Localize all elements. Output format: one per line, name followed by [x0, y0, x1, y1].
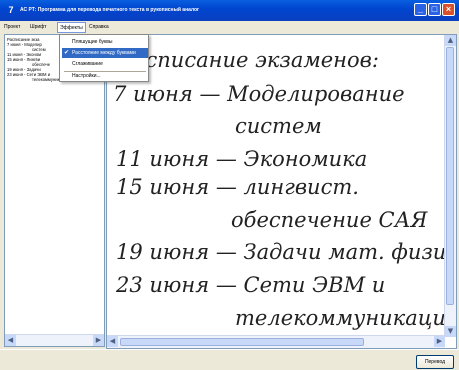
- canvas-horizontal-scrollbar[interactable]: ◀ ▶: [107, 335, 445, 348]
- horizontal-scroll-thumb[interactable]: [120, 338, 364, 346]
- scroll-down-icon[interactable]: ▼: [445, 326, 456, 337]
- scroll-left-icon[interactable]: ◀: [107, 336, 118, 347]
- menu-option-smoothing[interactable]: Сглаживание: [72, 61, 103, 68]
- menu-font[interactable]: Шрифт: [30, 24, 46, 31]
- menu-bar: Проект Шрифт Эффекты Справка: [0, 21, 459, 34]
- source-horizontal-scrollbar[interactable]: ◀ ▶: [5, 334, 104, 346]
- handwritten-line: 23 июня — Сети ЭВМ и: [116, 273, 386, 297]
- checkmark-icon: ✔: [64, 50, 70, 56]
- vertical-scroll-thumb[interactable]: [446, 47, 454, 305]
- handwritten-line: асписание экзаменов:: [133, 48, 379, 72]
- scroll-right-icon[interactable]: ▶: [93, 335, 104, 346]
- menu-option-dancing-letters[interactable]: Пляшущие буквы: [72, 39, 113, 46]
- status-bar: Перевод: [0, 349, 459, 370]
- handwritten-line: 7 июня — Моделирование: [113, 82, 405, 106]
- handwritten-line: телекоммуникаци: [235, 306, 446, 330]
- canvas-vertical-scrollbar[interactable]: ▲ ▼: [444, 35, 456, 337]
- scroll-up-icon[interactable]: ▲: [445, 35, 456, 46]
- translate-button[interactable]: Перевод: [416, 355, 454, 369]
- close-button[interactable]: ×: [442, 3, 455, 16]
- handwritten-line: систем: [235, 114, 322, 138]
- menu-option-letter-spacing[interactable]: Расстояние между буквами: [72, 50, 136, 57]
- menu-effects[interactable]: Эффекты: [57, 22, 86, 33]
- handwritten-line: 11 июня — Экономика: [116, 147, 368, 171]
- app-window: 7 АС РТ: Программа для перевода печатног…: [0, 0, 459, 370]
- title-bar[interactable]: 7 АС РТ: Программа для перевода печатног…: [0, 0, 459, 21]
- handwritten-line: обеспечение САЯ: [231, 208, 428, 232]
- window-title: АС РТ: Программа для перевода печатного …: [20, 7, 200, 13]
- scroll-left-icon[interactable]: ◀: [5, 335, 16, 346]
- menu-project[interactable]: Проект: [4, 24, 20, 31]
- menu-option-settings[interactable]: Настройки...: [72, 73, 101, 80]
- maximize-button[interactable]: □: [428, 3, 441, 16]
- app-icon: 7: [8, 5, 14, 15]
- menu-separator: [64, 71, 146, 72]
- effects-dropdown-menu: Пляшущие буквы ✔ Расстояние между буквам…: [59, 34, 149, 82]
- handwritten-line: 19 июня — Задачи мат. физи: [116, 240, 447, 264]
- handwriting-canvas: асписание экзаменов: 7 июня — Моделирова…: [106, 34, 457, 349]
- minimize-button[interactable]: _: [414, 3, 427, 16]
- menu-help[interactable]: Справка: [89, 24, 109, 31]
- handwritten-line: 15 июня — лингвист.: [116, 175, 359, 199]
- scroll-right-icon[interactable]: ▶: [434, 336, 445, 347]
